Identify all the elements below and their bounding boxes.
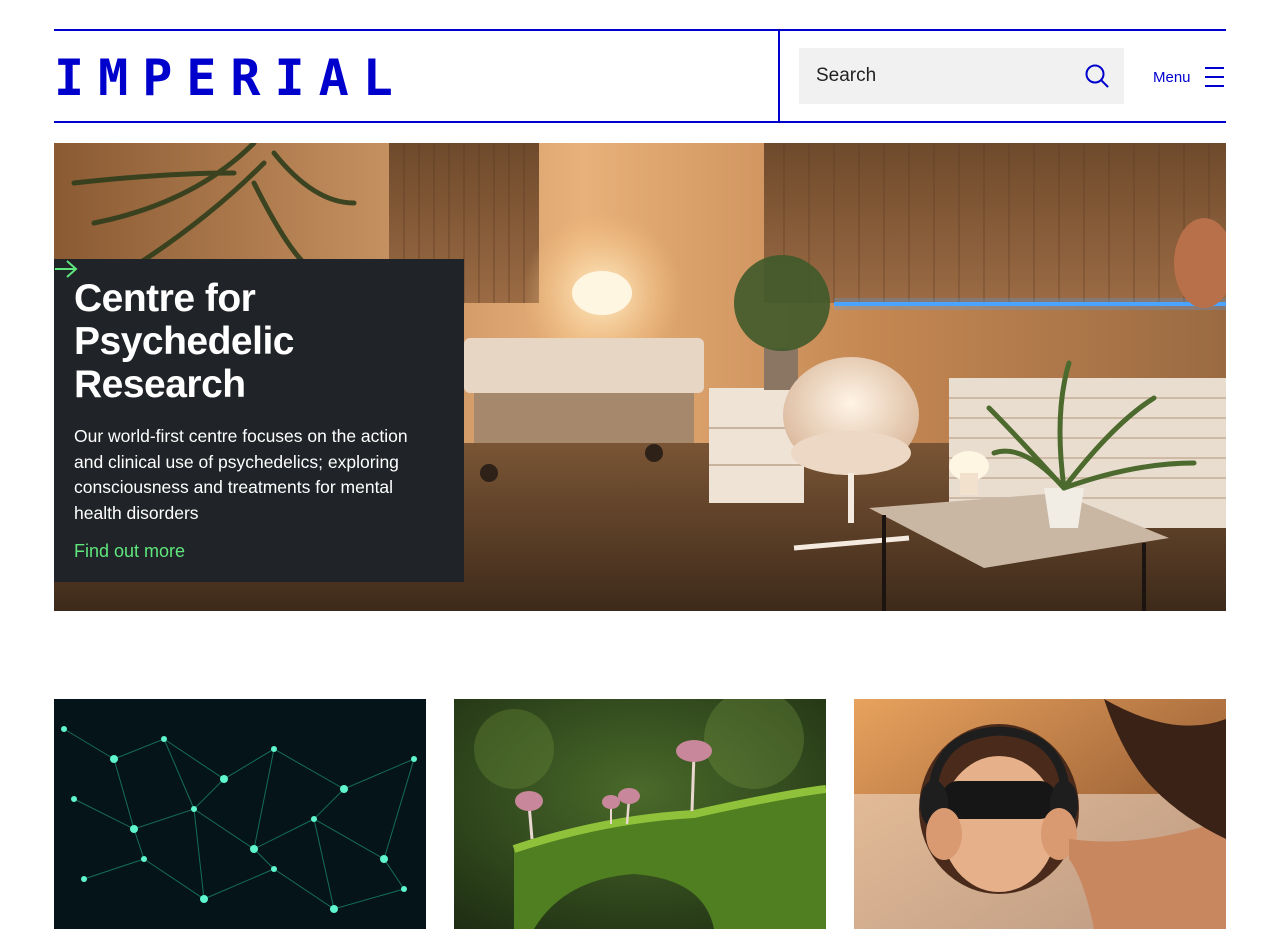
header-divider [778,31,780,121]
search-icon[interactable] [1084,63,1110,89]
menu-label[interactable]: Menu [1153,69,1191,86]
hero-title: Centre for Psychedelic Research [74,277,294,406]
mushrooms-on-moss-image[interactable] [454,699,826,929]
card-vr-therapy-image[interactable] [854,699,1226,929]
card-mushrooms-image[interactable] [454,699,826,929]
hero-banner: Centre for Psychedelic Research Our worl… [54,143,1226,611]
search-box[interactable] [799,48,1124,104]
find-out-more-label[interactable]: Find out more [74,541,185,562]
site-header: IMPERIAL Menu [54,29,1226,123]
search-input[interactable] [814,48,1084,104]
hero-card: Centre for Psychedelic Research Our worl… [54,259,464,582]
imperial-logo[interactable]: IMPERIAL [54,53,407,103]
hero-description: Our world-first centre focuses on the ac… [74,426,408,523]
person-with-eye-mask-image[interactable] [854,699,1226,929]
hamburger-menu-icon[interactable] [1204,66,1225,88]
arrow-right-icon [55,260,78,278]
neuron-network-image[interactable] [54,699,426,929]
find-out-more-link[interactable]: Find out more [55,260,444,562]
search-button[interactable] [1084,63,1110,89]
menu-button[interactable]: Menu [1153,64,1225,90]
card-neurons-image[interactable] [54,699,426,929]
